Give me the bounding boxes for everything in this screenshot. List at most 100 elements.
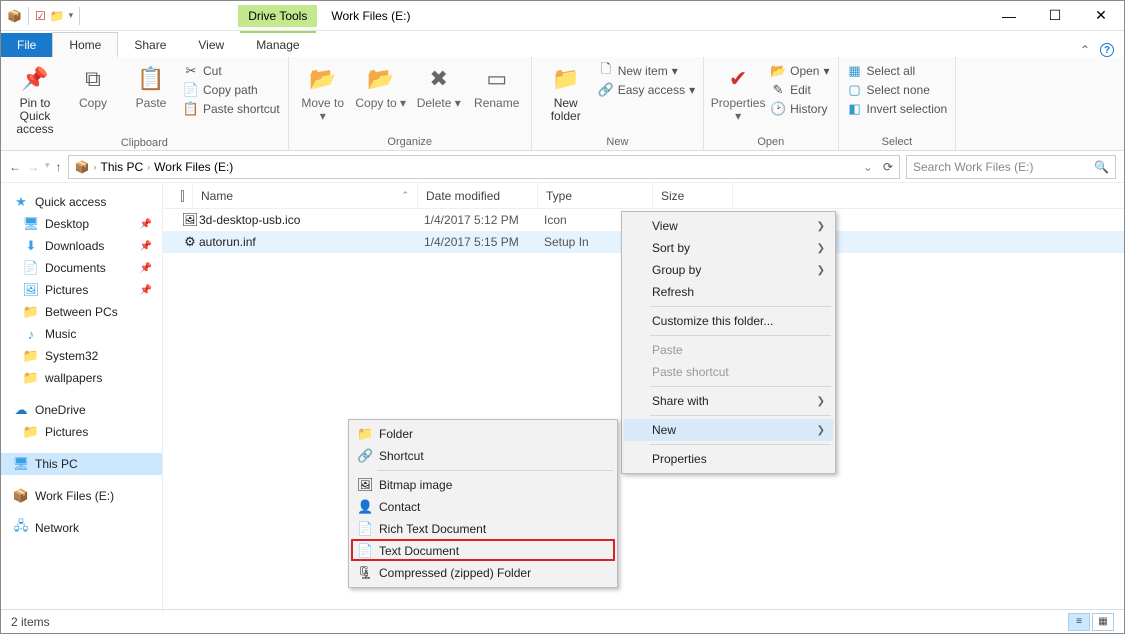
sidebar-item-music[interactable]: ♪Music bbox=[1, 323, 162, 345]
open-button[interactable]: 📂Open ▾ bbox=[770, 63, 829, 79]
invert-icon: ◧ bbox=[847, 101, 863, 117]
tab-share[interactable]: Share bbox=[118, 33, 182, 57]
sidebar-item-desktop[interactable]: 🖥Desktop📌 bbox=[1, 213, 162, 235]
bitmap-icon: 🖼 bbox=[357, 477, 373, 493]
paste-button[interactable]: 📋 Paste bbox=[125, 61, 177, 137]
qat-redo-icon[interactable]: ☑ bbox=[35, 9, 46, 23]
new-folder-button[interactable]: 📁New folder bbox=[540, 61, 592, 136]
up-button[interactable]: ↑ bbox=[56, 160, 62, 174]
column-size[interactable]: Size bbox=[653, 183, 733, 208]
icons-view-button[interactable]: ▦ bbox=[1092, 613, 1114, 631]
search-box[interactable]: Search Work Files (E:) 🔍 bbox=[906, 155, 1116, 179]
rename-button[interactable]: ▭Rename bbox=[471, 61, 523, 136]
submenu-contact[interactable]: 👤Contact bbox=[351, 496, 615, 518]
folder-icon: 📁 bbox=[23, 348, 39, 364]
sidebar-quick-access[interactable]: ★Quick access bbox=[1, 191, 162, 213]
submenu-zip[interactable]: 🗜Compressed (zipped) Folder bbox=[351, 562, 615, 584]
copy-path-button[interactable]: 📄Copy path bbox=[183, 82, 280, 98]
sidebar-item-system32[interactable]: 📁System32 bbox=[1, 345, 162, 367]
pin-icon: 📌 bbox=[140, 285, 152, 296]
crumb-drive[interactable]: Work Files (E:) bbox=[154, 160, 233, 174]
column-type[interactable]: Type bbox=[538, 183, 653, 208]
tab-manage[interactable]: Manage bbox=[240, 31, 315, 57]
sidebar-this-pc[interactable]: 🖥This PC bbox=[1, 453, 162, 475]
menu-sort-by[interactable]: Sort by❯ bbox=[624, 237, 833, 259]
address-dropdown-icon[interactable]: ⌄ bbox=[863, 160, 873, 174]
sidebar-onedrive-pictures[interactable]: 📁Pictures bbox=[1, 421, 162, 443]
maximize-button[interactable]: ☐ bbox=[1032, 1, 1078, 31]
column-date[interactable]: Date modified bbox=[418, 183, 538, 208]
qat-dropdown-icon[interactable]: ▾ bbox=[69, 10, 74, 21]
invert-selection-button[interactable]: ◧Invert selection bbox=[847, 101, 948, 117]
tab-view[interactable]: View bbox=[182, 33, 240, 57]
cut-button[interactable]: ✂Cut bbox=[183, 63, 280, 79]
copy-to-button[interactable]: 📂Copy to ▾ bbox=[355, 61, 407, 136]
move-to-button[interactable]: 📂Move to ▾ bbox=[297, 61, 349, 136]
column-name[interactable]: Name⌃ bbox=[193, 183, 418, 208]
select-all-checkbox[interactable] bbox=[181, 190, 184, 202]
sidebar-onedrive[interactable]: ☁OneDrive bbox=[1, 399, 162, 421]
sidebar-item-wallpapers[interactable]: 📁wallpapers bbox=[1, 367, 162, 389]
easy-access-button[interactable]: 🔗Easy access ▾ bbox=[598, 82, 695, 98]
collapse-ribbon-icon[interactable]: ⌃ bbox=[1080, 43, 1090, 57]
file-icon: 🖼 bbox=[181, 212, 199, 228]
submenu-bitmap[interactable]: 🖼Bitmap image bbox=[351, 474, 615, 496]
pin-icon: 📌 bbox=[140, 263, 152, 274]
cloud-icon: ☁ bbox=[13, 402, 29, 418]
pictures-icon: 🖼 bbox=[23, 282, 39, 298]
qat-folder-icon[interactable]: 📁 bbox=[50, 9, 65, 23]
ribbon-group-new: 📁New folder 🗋New item ▾ 🔗Easy access ▾ N… bbox=[532, 57, 704, 150]
pc-icon: 🖥 bbox=[13, 456, 29, 472]
copy-icon: ⧉ bbox=[77, 63, 109, 95]
sidebar-item-downloads[interactable]: ⬇Downloads📌 bbox=[1, 235, 162, 257]
select-all-button[interactable]: ▦Select all bbox=[847, 63, 948, 79]
menu-new[interactable]: New❯ bbox=[624, 419, 833, 441]
chevron-right-icon: ❯ bbox=[817, 221, 825, 232]
history-button[interactable]: 🕑History bbox=[770, 101, 829, 117]
easyaccess-icon: 🔗 bbox=[598, 82, 614, 98]
folder-icon: 📁 bbox=[550, 63, 582, 95]
menu-properties[interactable]: Properties bbox=[624, 448, 833, 470]
file-icon: ⚙ bbox=[181, 234, 199, 250]
tab-home[interactable]: Home bbox=[52, 32, 118, 57]
submenu-shortcut[interactable]: 🔗Shortcut bbox=[351, 445, 615, 467]
properties-button[interactable]: ✔Properties ▾ bbox=[712, 61, 764, 136]
menu-customize-folder[interactable]: Customize this folder... bbox=[624, 310, 833, 332]
recent-dropdown[interactable]: ▾ bbox=[45, 160, 50, 174]
delete-button[interactable]: ✖Delete ▾ bbox=[413, 61, 465, 136]
new-item-button[interactable]: 🗋New item ▾ bbox=[598, 63, 695, 79]
shortcut-icon: 📋 bbox=[183, 101, 199, 117]
help-icon[interactable]: ? bbox=[1100, 43, 1114, 57]
selectall-icon: ▦ bbox=[847, 63, 863, 79]
submenu-rtf[interactable]: 📄Rich Text Document bbox=[351, 518, 615, 540]
minimize-button[interactable]: — bbox=[986, 1, 1032, 31]
moveto-icon: 📂 bbox=[307, 63, 339, 95]
menu-view[interactable]: View❯ bbox=[624, 215, 833, 237]
menu-refresh[interactable]: Refresh bbox=[624, 281, 833, 303]
edit-button[interactable]: ✎Edit bbox=[770, 82, 829, 98]
pin-to-quick-access-button[interactable]: 📌 Pin to Quick access bbox=[9, 61, 61, 137]
back-button[interactable]: ← bbox=[9, 160, 21, 174]
select-none-button[interactable]: ▢Select none bbox=[847, 82, 948, 98]
crumb-this-pc[interactable]: This PC bbox=[100, 160, 143, 174]
sidebar-item-pictures[interactable]: 🖼Pictures📌 bbox=[1, 279, 162, 301]
title-bar: 📦 ☑ 📁 ▾ Drive Tools Work Files (E:) — ☐ … bbox=[1, 1, 1124, 31]
submenu-folder[interactable]: 📁Folder bbox=[351, 423, 615, 445]
menu-share-with[interactable]: Share with❯ bbox=[624, 390, 833, 412]
documents-icon: 📄 bbox=[23, 260, 39, 276]
rtf-icon: 📄 bbox=[357, 521, 373, 537]
sidebar-item-between-pcs[interactable]: 📁Between PCs bbox=[1, 301, 162, 323]
menu-group-by[interactable]: Group by❯ bbox=[624, 259, 833, 281]
refresh-button[interactable]: ⟳ bbox=[883, 160, 893, 174]
ribbon-group-clipboard: 📌 Pin to Quick access ⧉ Copy 📋 Paste ✂Cu… bbox=[1, 57, 289, 150]
sidebar-work-files[interactable]: 📦Work Files (E:) bbox=[1, 485, 162, 507]
forward-button[interactable]: → bbox=[27, 160, 39, 174]
sidebar-item-documents[interactable]: 📄Documents📌 bbox=[1, 257, 162, 279]
details-view-button[interactable]: ≡ bbox=[1068, 613, 1090, 631]
close-button[interactable]: ✕ bbox=[1078, 1, 1124, 31]
tab-file[interactable]: File bbox=[1, 33, 52, 57]
paste-shortcut-button[interactable]: 📋Paste shortcut bbox=[183, 101, 280, 117]
sidebar-network[interactable]: 🖧Network bbox=[1, 517, 162, 539]
copy-button[interactable]: ⧉ Copy bbox=[67, 61, 119, 137]
address-bar[interactable]: 📦 › This PC › Work Files (E:) ⌄ ⟳ bbox=[68, 155, 900, 179]
